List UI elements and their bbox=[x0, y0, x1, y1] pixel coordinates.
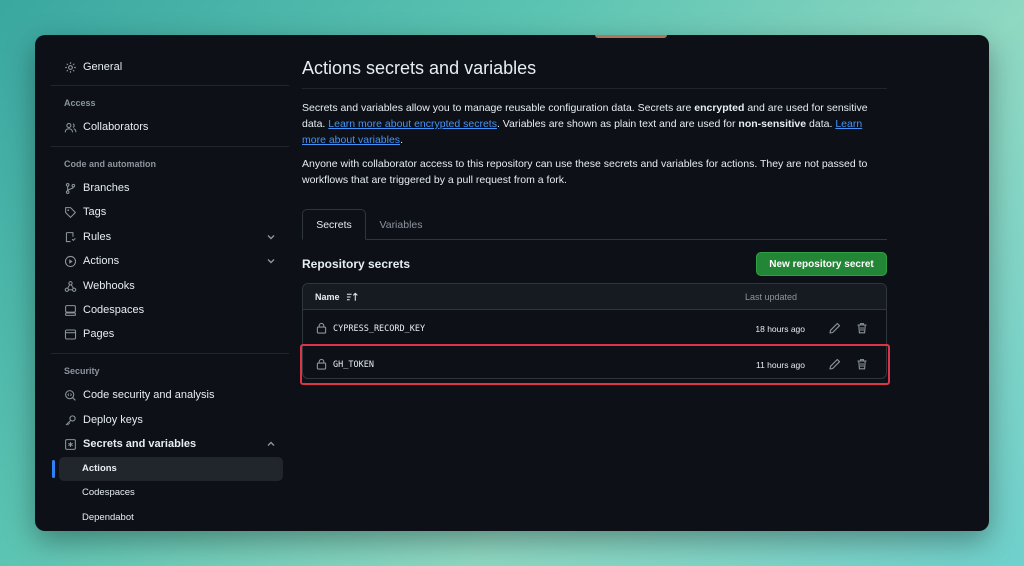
sidebar-item-label: Secrets and variables bbox=[83, 438, 197, 450]
new-repository-secret-button[interactable]: New repository secret bbox=[756, 252, 887, 276]
sidebar-item-webhooks[interactable]: Webhooks bbox=[63, 274, 287, 298]
description-access: Anyone with collaborator access to this … bbox=[302, 158, 868, 186]
main-content: Actions secrets and variables Secrets an… bbox=[302, 35, 888, 531]
pencil-icon[interactable] bbox=[829, 322, 841, 334]
tab-secrets[interactable]: Secrets bbox=[302, 209, 366, 240]
repository-secrets-heading: Repository secrets bbox=[302, 257, 411, 271]
sidebar-item-rules[interactable]: Rules bbox=[63, 225, 287, 249]
sidebar-item-label: Pages bbox=[83, 328, 115, 340]
sidebar-item-collaborators[interactable]: Collaborators bbox=[63, 115, 287, 139]
sidebar-section-security: Security bbox=[64, 366, 100, 376]
sort-icon[interactable] bbox=[346, 291, 359, 303]
page-title: Actions secrets and variables bbox=[302, 58, 537, 78]
people-icon bbox=[63, 120, 77, 134]
tabs: Secrets Variables bbox=[302, 209, 887, 240]
branch-icon bbox=[63, 181, 77, 195]
codescan-icon bbox=[63, 388, 77, 402]
sidebar-item-deploy-keys[interactable]: Deploy keys bbox=[63, 408, 287, 432]
settings-sidebar: General Access Collaborators Code and au… bbox=[51, 35, 289, 531]
learn-more-secrets-link[interactable]: Learn more about encrypted secrets bbox=[328, 118, 497, 130]
secret-updated: 18 hours ago bbox=[755, 324, 805, 334]
tab-variables[interactable]: Variables bbox=[368, 209, 434, 240]
chevron-down-icon[interactable] bbox=[265, 255, 277, 267]
sidebar-section-access: Access bbox=[64, 98, 96, 108]
key-icon bbox=[63, 413, 77, 427]
sidebar-item-label: Actions bbox=[83, 255, 120, 267]
sidebar-subitem-dependabot[interactable]: Dependabot bbox=[82, 512, 134, 523]
sidebar-item-label: Webhooks bbox=[83, 280, 135, 292]
sidebar-item-label: Codespaces bbox=[83, 304, 145, 316]
sidebar-item-label: Collaborators bbox=[83, 121, 149, 133]
sidebar-item-label: General bbox=[83, 61, 123, 73]
active-indicator bbox=[52, 460, 55, 478]
table-header: Name Last updated bbox=[303, 284, 886, 310]
highlight-box bbox=[300, 344, 890, 385]
sidebar-divider bbox=[51, 146, 289, 147]
lock-icon bbox=[316, 322, 327, 334]
sidebar-divider bbox=[51, 353, 289, 354]
sidebar-divider bbox=[51, 85, 289, 86]
tag-icon bbox=[63, 205, 77, 219]
sidebar-subitem-codespaces[interactable]: Codespaces bbox=[82, 487, 135, 498]
column-last-updated: Last updated bbox=[745, 292, 798, 302]
play-icon bbox=[63, 254, 77, 268]
sidebar-item-codespaces[interactable]: Codespaces bbox=[63, 298, 287, 322]
title-divider bbox=[302, 88, 887, 89]
sidebar-item-branches[interactable]: Branches bbox=[63, 176, 287, 200]
browser-icon bbox=[63, 327, 77, 341]
sidebar-section-code-automation: Code and automation bbox=[64, 159, 156, 169]
sidebar-subitem-actions-label[interactable]: Actions bbox=[82, 463, 117, 474]
codespaces-icon bbox=[63, 303, 77, 317]
column-name[interactable]: Name bbox=[315, 292, 340, 302]
table-row: CYPRESS_RECORD_KEY 18 hours ago bbox=[303, 311, 886, 346]
chevron-up-icon[interactable] bbox=[265, 438, 277, 450]
sidebar-item-label: Tags bbox=[83, 206, 107, 218]
webhook-icon bbox=[63, 279, 77, 293]
chevron-down-icon[interactable] bbox=[265, 231, 277, 243]
repo-rules-icon bbox=[63, 230, 77, 244]
sidebar-item-label: Rules bbox=[83, 231, 112, 243]
secret-name: CYPRESS_RECORD_KEY bbox=[333, 324, 426, 334]
trash-icon[interactable] bbox=[856, 322, 868, 334]
settings-window: General Access Collaborators Code and au… bbox=[35, 35, 989, 531]
description-secrets: Secrets and variables allow you to manag… bbox=[302, 102, 868, 146]
sidebar-item-secrets-variables[interactable]: Secrets and variables bbox=[63, 432, 287, 456]
sidebar-item-label: Branches bbox=[83, 182, 130, 194]
sidebar-item-label: Code security and analysis bbox=[83, 389, 215, 401]
sidebar-item-general[interactable]: General bbox=[63, 55, 287, 79]
sidebar-item-code-security[interactable]: Code security and analysis bbox=[63, 383, 287, 407]
sidebar-item-label: Deploy keys bbox=[83, 414, 143, 426]
sidebar-item-pages[interactable]: Pages bbox=[63, 322, 287, 346]
sidebar-item-tags[interactable]: Tags bbox=[63, 200, 287, 224]
asterisk-box-icon bbox=[63, 437, 77, 451]
gear-icon bbox=[63, 60, 77, 74]
sidebar-item-actions[interactable]: Actions bbox=[63, 249, 287, 273]
